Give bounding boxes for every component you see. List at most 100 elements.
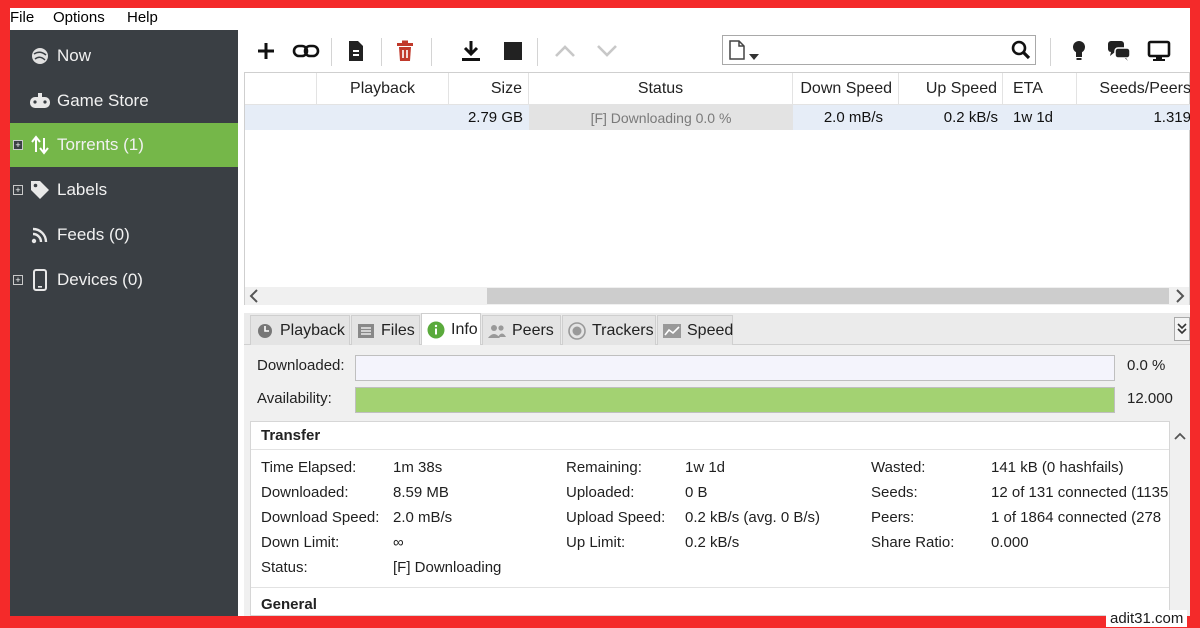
link-icon [292, 44, 320, 58]
time-elapsed-value: 1m 38s [393, 459, 443, 476]
detail-tabs: Playback Files Info Peers Trackers Speed [244, 313, 1190, 346]
chevron-down-icon[interactable] [749, 47, 759, 65]
status-key: Status: [261, 559, 308, 576]
toolbar [238, 30, 1190, 72]
sidebar-item-torrents[interactable]: + Torrents (1) [10, 123, 238, 167]
section-title-transfer: Transfer [261, 427, 321, 444]
upload-speed-value: 0.2 kB/s (avg. 0 B/s) [685, 509, 821, 526]
download-speed-key: Download Speed: [261, 509, 380, 526]
sidebar-item-label: Devices (0) [57, 270, 143, 289]
seeds-value: 12 of 131 connected (1135 [991, 484, 1169, 501]
sidebar: Now Game Store + Torrents (1) + Labels F… [10, 30, 238, 616]
move-down-button[interactable] [592, 36, 622, 66]
double-chevron-down-icon [1177, 323, 1187, 335]
tab-files[interactable]: Files [351, 315, 420, 345]
tab-speed[interactable]: Speed [657, 315, 733, 345]
downloaded-value: 0.0 % [1127, 357, 1166, 374]
tag-icon [28, 178, 52, 202]
availability-label: Availability: [257, 390, 332, 407]
column-header-seeds-peers[interactable]: Seeds/Peers [1077, 73, 1190, 104]
tab-label: Files [381, 321, 415, 339]
up-down-arrows-icon [28, 133, 52, 157]
document-icon[interactable] [729, 40, 745, 65]
move-down-icon [597, 45, 617, 57]
column-header-status[interactable]: Status [529, 73, 793, 104]
tab-playback[interactable]: Playback [250, 315, 350, 345]
bulb-icon [1073, 41, 1085, 60]
downloaded-progress-bar [355, 355, 1115, 381]
cell-status: [F] Downloading 0.0 % [529, 105, 793, 130]
sidebar-item-label: Now [57, 46, 92, 65]
column-header-down-speed[interactable]: Down Speed [793, 73, 899, 104]
menu-file[interactable]: File [10, 9, 34, 26]
uploaded-value: 0 B [685, 484, 708, 501]
search-icon[interactable] [1011, 40, 1031, 65]
add-link-button[interactable] [291, 36, 321, 66]
search-box[interactable] [722, 35, 1036, 65]
expand-icon[interactable]: + [13, 185, 23, 195]
wasted-key: Wasted: [871, 459, 926, 476]
tab-info[interactable]: Info [421, 313, 481, 346]
clock-icon [256, 322, 274, 340]
scrollbar-thumb[interactable] [487, 288, 1169, 304]
menu-options[interactable]: Options [53, 9, 105, 26]
chat-icon [1108, 41, 1131, 61]
collapse-panel-button[interactable] [1174, 317, 1190, 341]
tab-peers[interactable]: Peers [482, 315, 561, 345]
expand-icon[interactable]: + [13, 140, 23, 150]
search-input[interactable] [763, 39, 999, 61]
sidebar-item-now[interactable]: Now [10, 34, 238, 78]
scroll-up-icon[interactable] [1174, 427, 1186, 445]
info-panel: Downloaded: 0.0 % Availability: 12.000 T… [244, 345, 1190, 616]
menu-help[interactable]: Help [127, 9, 158, 26]
peers-icon [488, 322, 506, 340]
sidebar-item-labels[interactable]: + Labels [10, 168, 238, 212]
add-torrent-button[interactable] [251, 36, 281, 66]
cell-up-speed: 0.2 kB/s [943, 109, 998, 126]
sidebar-item-label: Feeds (0) [57, 225, 130, 244]
tab-label: Playback [280, 321, 345, 339]
column-header-up-speed[interactable]: Up Speed [899, 73, 1003, 104]
chat-button[interactable] [1104, 36, 1134, 66]
expand-icon[interactable]: + [13, 275, 23, 285]
create-torrent-button[interactable] [341, 36, 371, 66]
availability-bar [355, 387, 1115, 413]
info-icon [427, 321, 445, 339]
move-up-icon [555, 45, 575, 57]
upload-speed-key: Upload Speed: [566, 509, 666, 526]
column-header-size[interactable]: Size [449, 73, 529, 104]
phone-icon [28, 268, 52, 292]
move-up-button[interactable] [550, 36, 580, 66]
wasted-value: 141 kB (0 hashfails) [991, 459, 1124, 476]
globe-icon [28, 44, 52, 68]
tab-label: Speed [687, 321, 734, 339]
stop-button[interactable] [498, 36, 528, 66]
tab-label: Trackers [592, 321, 654, 339]
sidebar-item-devices[interactable]: + Devices (0) [10, 258, 238, 302]
scroll-left-icon[interactable] [249, 289, 259, 308]
sidebar-item-label: Torrents (1) [57, 135, 144, 154]
files-icon [357, 322, 375, 340]
remote-button[interactable] [1144, 36, 1174, 66]
column-header-eta[interactable]: ETA [1003, 73, 1077, 104]
horizontal-scrollbar[interactable] [245, 287, 1189, 305]
column-header-playback[interactable]: Playback [317, 73, 449, 104]
downloaded-label: Downloaded: [257, 357, 345, 374]
sidebar-item-game-store[interactable]: Game Store [10, 79, 238, 123]
scroll-right-icon[interactable] [1175, 289, 1185, 308]
status-value: [F] Downloading [393, 559, 502, 576]
down-limit-value: ∞ [393, 534, 404, 551]
time-elapsed-key: Time Elapsed: [261, 459, 357, 476]
peers-value: 1 of 1864 connected (278 [991, 509, 1162, 526]
start-button[interactable] [456, 36, 486, 66]
transfer-details: Transfer Time Elapsed: 1m 38s Downloaded… [250, 421, 1170, 616]
delete-button[interactable] [390, 36, 420, 66]
sidebar-item-feeds[interactable]: Feeds (0) [10, 213, 238, 257]
column-header-name[interactable] [245, 73, 317, 104]
tab-trackers[interactable]: Trackers [562, 315, 656, 345]
speed-chart-icon [663, 322, 681, 340]
bulb-button[interactable] [1064, 36, 1094, 66]
share-ratio-key: Share Ratio: [871, 534, 955, 551]
vertical-scrollbar[interactable] [1170, 421, 1190, 616]
section-title-general: General [261, 596, 317, 613]
